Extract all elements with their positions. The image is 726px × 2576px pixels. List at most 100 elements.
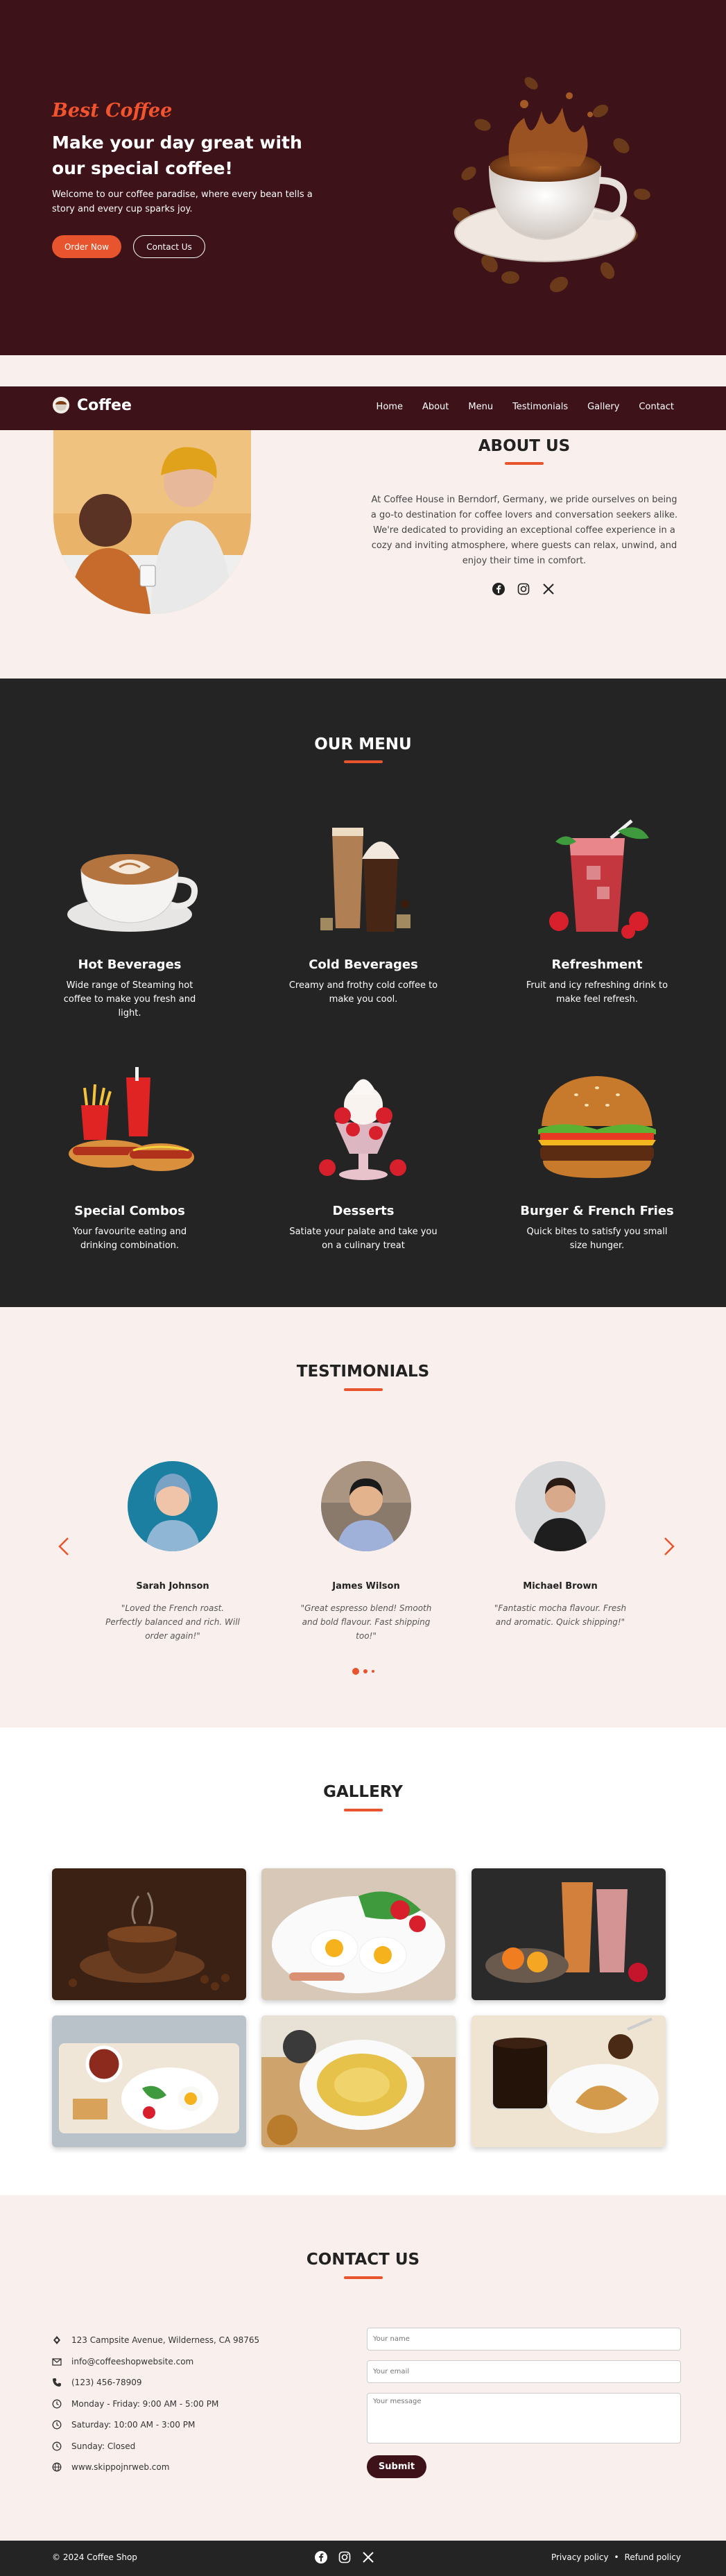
contact-hours-weekday: Monday - Friday: 9:00 AM - 5:00 PM [52,2394,259,2415]
burger-image [538,1076,656,1178]
facebook-icon[interactable] [492,583,505,595]
menu-item-title: Cold Beverages [309,957,418,972]
testimonial-card: Sarah Johnson "Loved the French roast. P… [89,1461,256,1643]
avatar [321,1461,411,1551]
contact-address: 123 Campsite Avenue, Wilderness, CA 9876… [52,2330,259,2351]
order-now-button[interactable]: Order Now [52,235,121,258]
nav-item-menu[interactable]: Menu [468,402,493,412]
testimonial-name: Michael Brown [523,1581,598,1592]
testimonial-card: Michael Brown "Fantastic mocha flavour. … [477,1461,643,1629]
privacy-policy-link[interactable]: Privacy policy [551,2552,609,2562]
nav-item-contact[interactable]: Contact [639,402,674,412]
contact-form: Submit [367,2328,681,2478]
instagram-icon[interactable] [338,2551,351,2564]
menu-item-hot-beverages[interactable]: Hot Beverages Wide range of Steaming hot… [46,817,213,1021]
testimonials-title: TESTIMONIALS [296,1363,430,1381]
about-title-underline [505,462,544,465]
strawberry-drink-image [549,819,649,939]
menu-item-desc: Fruit and icy refreshing drink to make f… [526,980,668,1005]
testimonial-quote: "Loved the French roast. Perfectly balan… [105,1603,240,1641]
coffee-splash-image [452,77,650,293]
testimonial-card: James Wilson "Great espresso blend! Smoo… [283,1461,449,1643]
iced-coffee-image [320,828,410,932]
logo-text: Coffee [77,396,132,414]
menu-title-underline [344,760,383,763]
message-field[interactable] [367,2393,681,2443]
instagram-icon[interactable] [517,583,530,595]
facebook-icon[interactable] [315,2551,327,2564]
testimonial-quote: "Fantastic mocha flavour. Fresh and arom… [494,1603,627,1627]
gallery-image[interactable] [261,1868,456,2000]
coffee-cup-icon [53,397,69,413]
testimonial-name: James Wilson [332,1581,400,1592]
chevron-left-icon[interactable] [57,1536,71,1557]
contact-email: info@coffeeshopwebsite.com [52,2351,259,2373]
hero-brand: Best Coffee [52,100,173,121]
carousel-dot-active[interactable] [352,1668,359,1675]
testimonial-quote: "Great espresso blend! Smooth and bold f… [300,1603,432,1641]
nav-item-home[interactable]: Home [377,402,403,412]
footer-social-links [315,2551,374,2564]
contact-website: www.skippojnrweb.com [52,2457,259,2478]
combo-meal-image [69,1067,194,1171]
gallery-title: GALLERY [323,1783,403,1801]
contact-us-button[interactable]: Contact Us [133,235,205,258]
refund-policy-link[interactable]: Refund policy [625,2552,681,2562]
latte-cup-image [67,854,198,932]
contact-details-list: 123 Campsite Avenue, Wilderness, CA 9876… [52,2330,259,2478]
hero-headline: Make your day great with our special cof… [52,133,302,178]
clock-icon [52,2420,62,2430]
logo[interactable]: Coffee [52,396,132,414]
nav-item-about[interactable]: About [422,402,449,412]
menu-item-desc: Satiate your palate and take you on a cu… [289,1227,438,1251]
submit-button[interactable]: Submit [367,2455,426,2478]
chevron-right-icon[interactable] [662,1536,676,1557]
contact-hours-saturday: Saturday: 10:00 AM - 3:00 PM [52,2414,259,2436]
carousel-dot[interactable] [363,1669,368,1673]
contact-title-underline [344,2276,383,2279]
x-twitter-icon[interactable] [542,583,555,595]
nav-item-gallery[interactable]: Gallery [587,402,619,412]
gallery-image[interactable] [52,1868,246,2000]
about-section: ABOUT US At Coffee House in Berndorf, Ge… [0,430,726,679]
location-icon [53,2336,60,2345]
avatar [515,1461,605,1551]
x-twitter-icon[interactable] [362,2551,374,2564]
menu-item-special-combos[interactable]: Special Combos Your favourite eating and… [46,1064,213,1253]
mail-icon [52,2358,62,2366]
about-social-links [492,583,555,595]
avatar [128,1461,218,1551]
menu-item-desc: Quick bites to satisfy you small size hu… [526,1227,668,1251]
menu-item-title: Special Combos [74,1204,185,1218]
gallery-image[interactable] [472,2015,666,2147]
about-title: ABOUT US [478,437,571,455]
testimonials-title-underline [344,1388,383,1391]
contact-title: CONTACT US [306,2251,420,2269]
menu-item-refreshment[interactable]: Refreshment Fruit and icy refreshing dri… [514,817,680,1007]
footer-link-separator: • [614,2552,619,2562]
menu-title: OUR MENU [314,735,412,753]
gallery-image[interactable] [472,1868,666,2000]
carousel-dot[interactable] [372,1670,374,1673]
hero-subtext: Welcome to our coffee paradise, where ev… [52,189,313,214]
gallery-image[interactable] [261,2015,456,2147]
name-field[interactable] [367,2328,681,2351]
menu-item-title: Desserts [332,1204,395,1218]
gallery-image[interactable] [52,2015,246,2147]
menu-item-desc: Wide range of Steaming hot coffee to mak… [63,980,196,1018]
menu-item-title: Hot Beverages [78,957,182,972]
clock-icon [52,2399,62,2409]
footer: © 2024 Coffee Shop Privacy policy • Refu… [0,2541,726,2576]
menu-item-burger-fries[interactable]: Burger & French Fries Quick bites to sat… [514,1064,680,1253]
testimonials-section: TESTIMONIALS Sarah Johnson "Loved the Fr… [0,1307,726,1728]
menu-item-desserts[interactable]: Desserts Satiate your palate and take yo… [280,1064,447,1253]
nav-item-testimonials[interactable]: Testimonials [512,402,568,412]
nav-menu: Home About Menu Testimonials Gallery Con… [357,402,674,412]
testimonial-name: Sarah Johnson [136,1581,209,1592]
contact-phone: (123) 456-78909 [52,2372,259,2394]
footer-links: Privacy policy • Refund policy [551,2552,681,2562]
about-photo [53,430,251,614]
email-field[interactable] [367,2360,681,2383]
menu-item-cold-beverages[interactable]: Cold Beverages Creamy and frothy cold co… [280,817,447,1007]
menu-section: OUR MENU Hot Beverages Wide range of Ste… [0,679,726,1307]
